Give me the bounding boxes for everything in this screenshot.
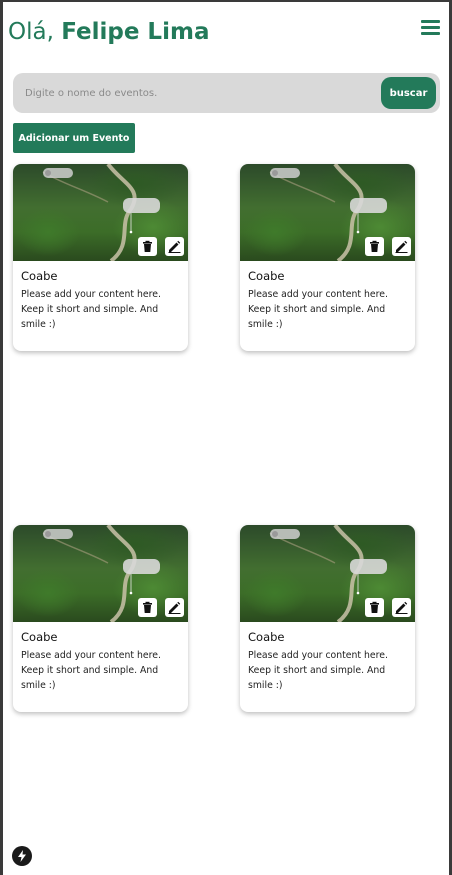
pencil-icon <box>395 601 408 614</box>
delete-button[interactable] <box>365 598 384 617</box>
pencil-icon <box>395 240 408 253</box>
trash-icon <box>370 601 379 613</box>
delete-button[interactable] <box>138 237 157 256</box>
trash-icon <box>143 240 152 252</box>
search-button[interactable]: buscar <box>381 77 436 109</box>
event-description: Please add your content here. Keep it sh… <box>21 289 161 330</box>
user-name: Felipe Lima <box>61 19 210 45</box>
trash-icon <box>370 240 379 252</box>
search-input[interactable] <box>25 73 375 113</box>
page-title: Olá, Felipe Lima <box>8 19 209 45</box>
greeting-prefix: Olá, <box>8 19 62 45</box>
event-image <box>13 164 188 261</box>
lightning-icon[interactable] <box>12 846 32 866</box>
event-title: Coabe <box>21 269 58 283</box>
delete-button[interactable] <box>365 237 384 256</box>
event-description: Please add your content here. Keep it sh… <box>21 650 161 691</box>
hamburger-menu-icon[interactable] <box>421 20 441 36</box>
menu-line <box>421 26 440 29</box>
event-image <box>13 525 188 622</box>
edit-button[interactable] <box>392 237 411 256</box>
event-card[interactable]: Coabe Please add your content here. Keep… <box>13 164 188 351</box>
pencil-icon <box>168 240 181 253</box>
add-event-button[interactable]: Adicionar um Evento <box>13 123 135 153</box>
event-card[interactable]: Coabe Please add your content here. Keep… <box>240 525 415 712</box>
event-card[interactable]: Coabe Please add your content here. Keep… <box>240 164 415 351</box>
header: Olá, Felipe Lima <box>8 19 444 49</box>
edit-button[interactable] <box>165 237 184 256</box>
pencil-icon <box>168 601 181 614</box>
event-title: Coabe <box>21 630 58 644</box>
menu-line <box>421 32 440 35</box>
edit-button[interactable] <box>392 598 411 617</box>
event-description: Please add your content here. Keep it sh… <box>248 289 388 330</box>
event-title: Coabe <box>248 269 285 283</box>
delete-button[interactable] <box>138 598 157 617</box>
event-title: Coabe <box>248 630 285 644</box>
menu-line <box>421 20 440 23</box>
trash-icon <box>143 601 152 613</box>
event-image <box>240 164 415 261</box>
event-card[interactable]: Coabe Please add your content here. Keep… <box>13 525 188 712</box>
event-description: Please add your content here. Keep it sh… <box>248 650 388 691</box>
event-image <box>240 525 415 622</box>
edit-button[interactable] <box>165 598 184 617</box>
search-bar: buscar <box>13 73 440 113</box>
